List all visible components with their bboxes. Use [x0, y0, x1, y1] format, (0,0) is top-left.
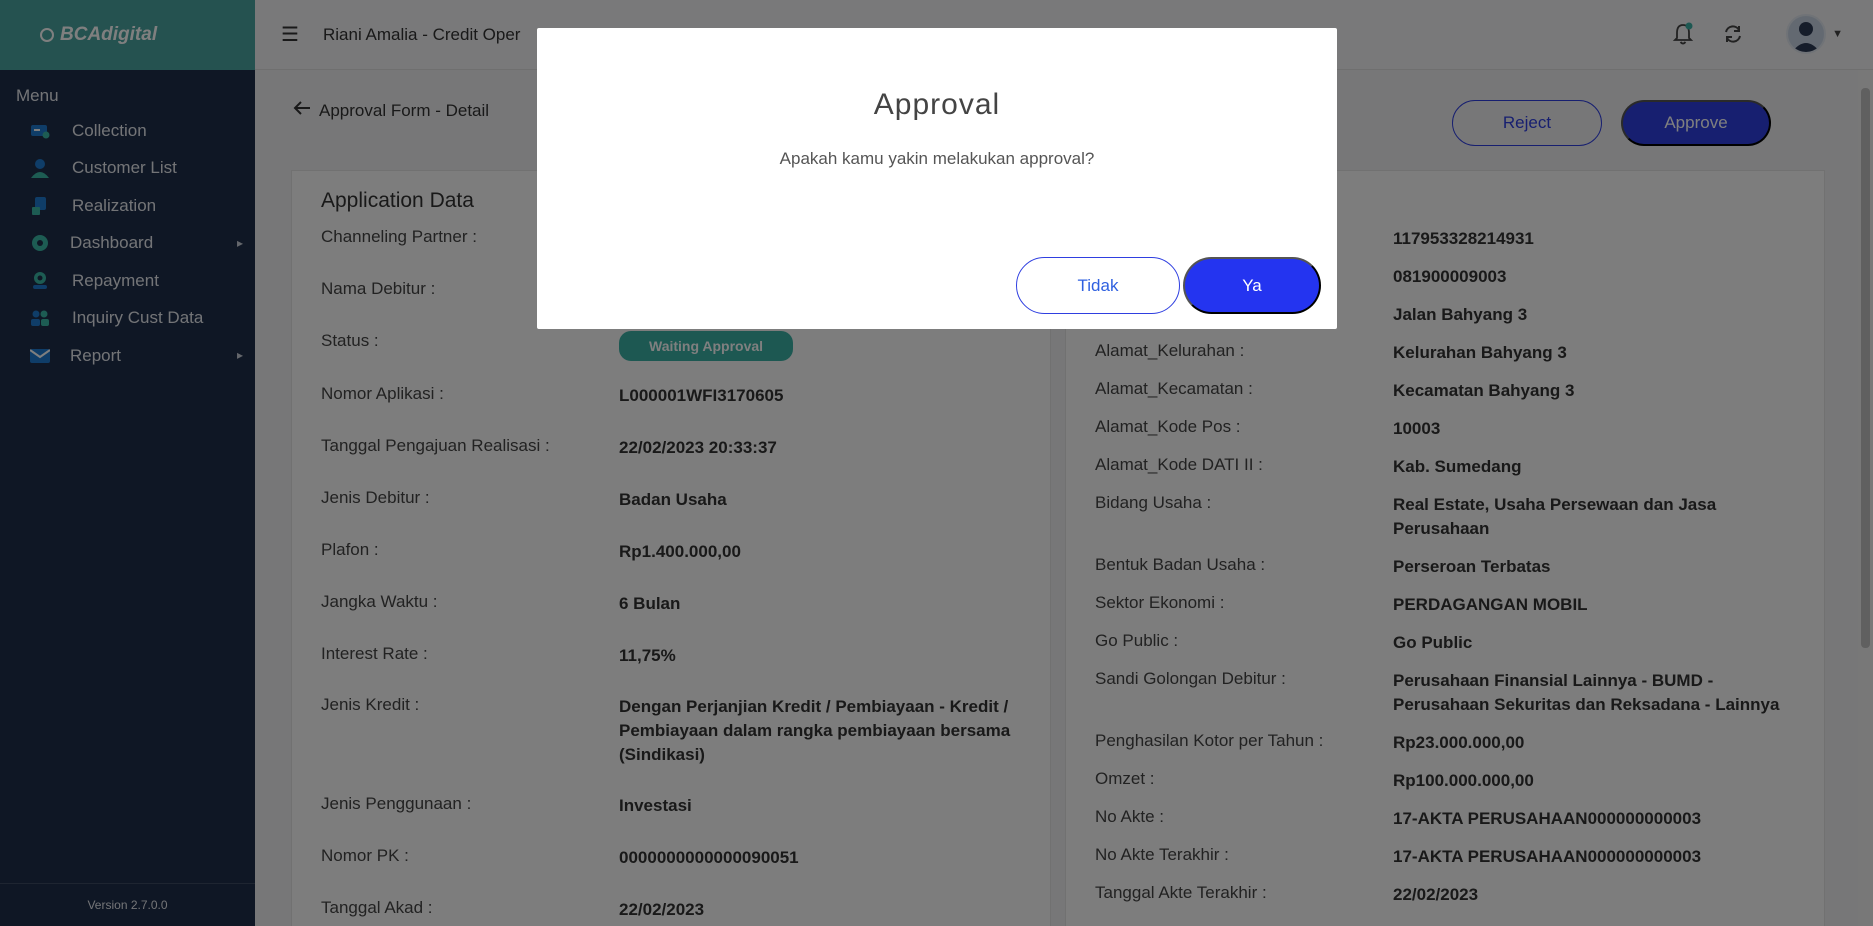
- dialog-message: Apakah kamu yakin melakukan approval?: [779, 149, 1095, 168]
- approval-dialog: Approval Apakah kamu yakin melakukan app…: [537, 28, 1337, 329]
- confirm-button[interactable]: Ya: [1183, 257, 1321, 314]
- cancel-button[interactable]: Tidak: [1016, 257, 1180, 314]
- dialog-title: Approval: [873, 88, 1001, 121]
